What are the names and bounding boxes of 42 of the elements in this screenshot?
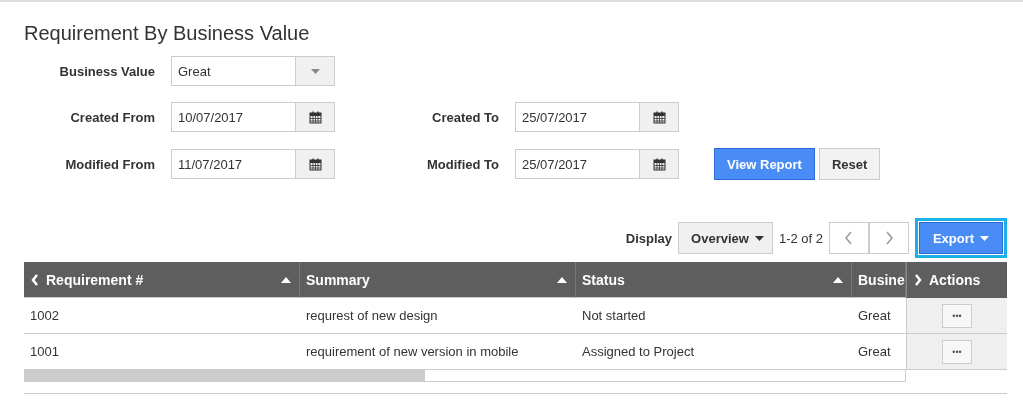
sort-arrow-icon: [557, 276, 567, 283]
field-label: Modified From: [64, 156, 155, 172]
column-header[interactable]: Requirement #: [24, 262, 300, 298]
chevron-left-icon: [844, 231, 854, 245]
chevron-right-icon: [884, 231, 894, 245]
sort-arrow-icon: [833, 276, 843, 283]
date-field[interactable]: 10/07/2017: [171, 102, 335, 132]
column-header[interactable]: Summary: [300, 262, 576, 298]
date-field[interactable]: 11/07/2017: [171, 149, 335, 179]
more-button[interactable]: •••: [942, 339, 972, 364]
table-cell: requrest of new design: [300, 298, 576, 334]
calendar-icon: [308, 157, 322, 171]
display-dropdown[interactable]: Overview: [678, 222, 773, 254]
caret-icon: [980, 235, 990, 241]
date-field[interactable]: 25/07/2017: [515, 102, 679, 132]
field-label: Modified To: [426, 156, 499, 172]
previous-page-button[interactable]: [829, 222, 869, 254]
table-cell: 1002: [24, 298, 300, 334]
calendar-icon: [652, 157, 666, 171]
chevron-right-icon: [913, 273, 923, 287]
business-value-select[interactable]: Great: [171, 56, 335, 86]
reset-button[interactable]: Reset: [818, 148, 881, 180]
chevron-left-icon: [30, 272, 40, 287]
page-info: 1-2 of 2: [778, 230, 823, 246]
field-label: Created From: [69, 109, 155, 125]
calendar-icon: [308, 110, 322, 124]
table-cell: Not started: [576, 298, 852, 334]
column-header[interactable]: Status: [576, 262, 852, 298]
more-button[interactable]: •••: [942, 303, 972, 328]
caret-icon: [310, 68, 320, 74]
display-label: Display: [625, 230, 673, 246]
horizontal-scrollbar[interactable]: [24, 370, 906, 382]
date-field[interactable]: 25/07/2017: [515, 149, 679, 179]
actions-header: Actions: [906, 262, 1007, 298]
sort-arrow-icon: [281, 276, 291, 283]
next-page-button[interactable]: [869, 222, 909, 254]
column-header[interactable]: Busine: [852, 262, 906, 298]
field-label: Business Value: [58, 63, 155, 79]
calendar-icon: [652, 110, 666, 124]
page-title: Requirement By Business Value: [24, 22, 311, 45]
field-label: Created To: [431, 109, 499, 125]
caret-icon: [754, 235, 764, 241]
